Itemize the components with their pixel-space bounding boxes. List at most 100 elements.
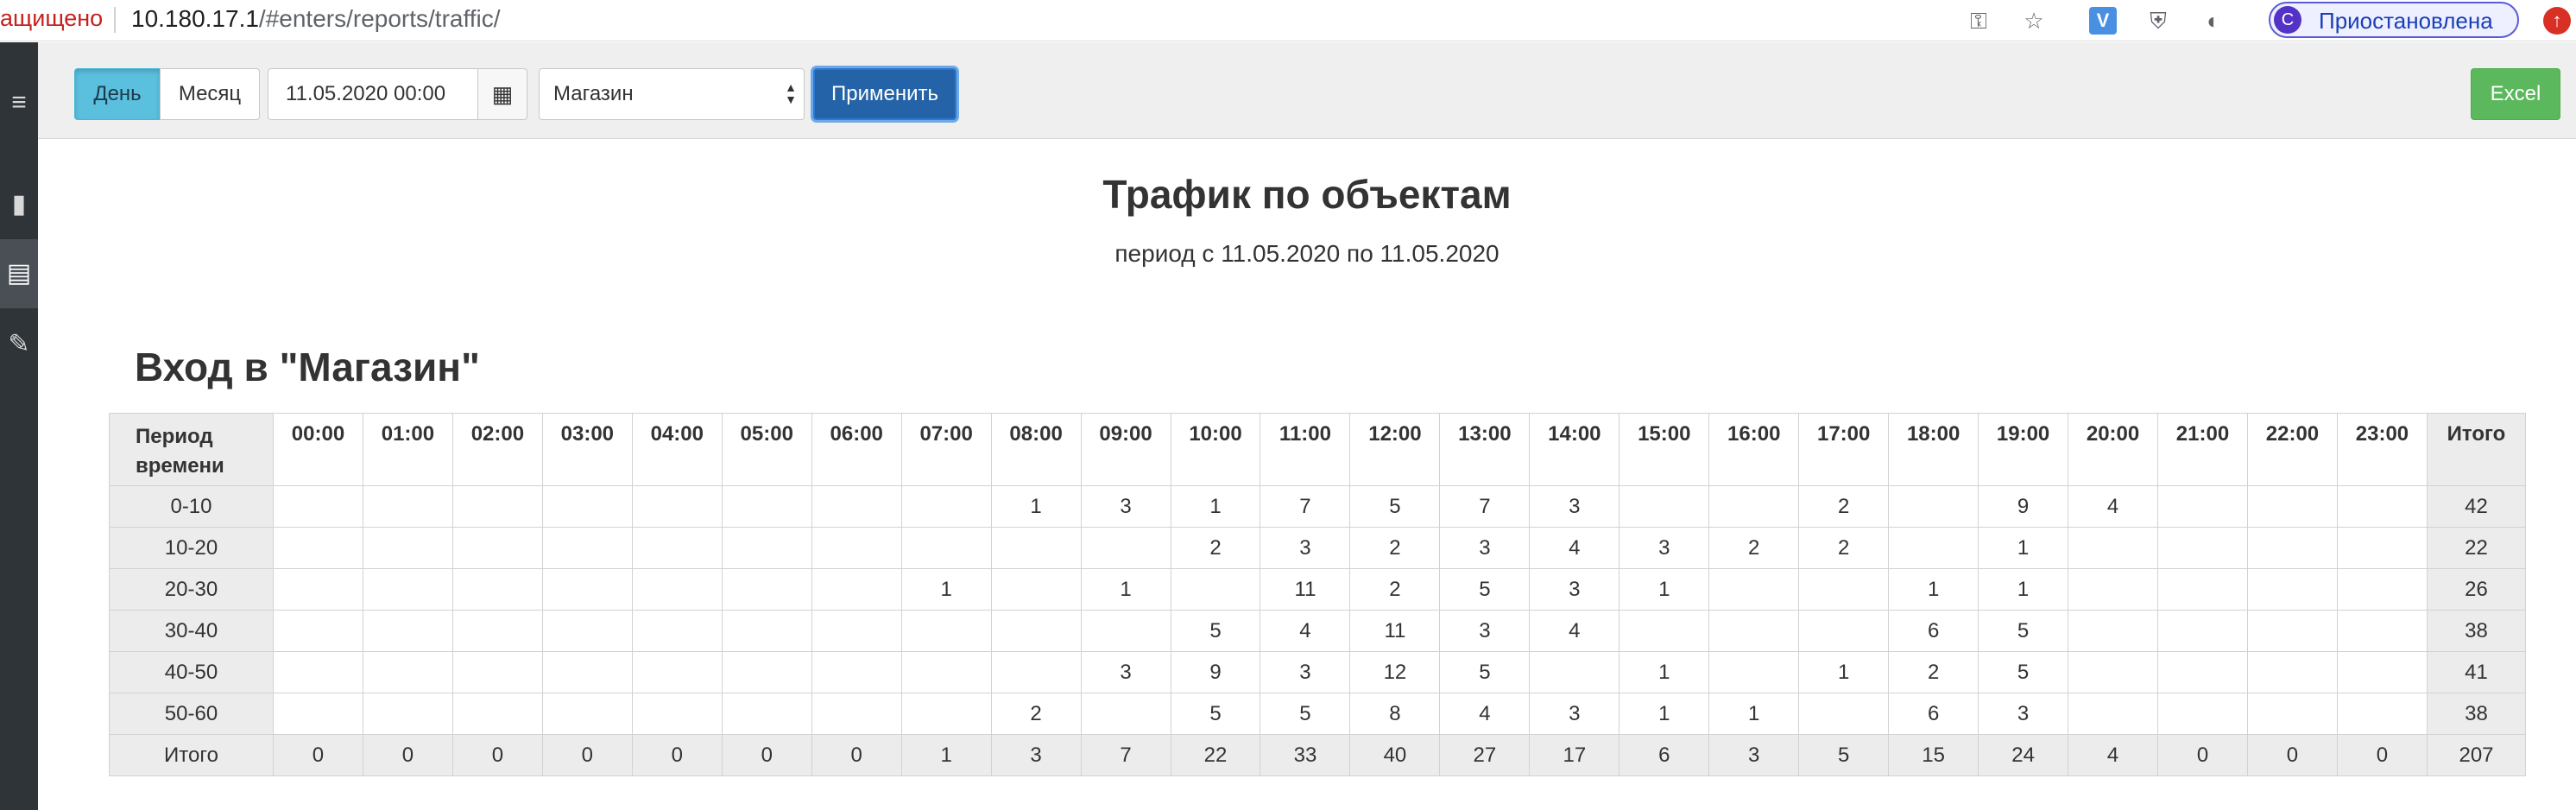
- table-cell: [1708, 610, 1800, 652]
- table-cell: [811, 693, 902, 735]
- table-cell: [451, 693, 543, 735]
- table-cell: [2157, 651, 2248, 693]
- table-cell: [1170, 568, 1261, 611]
- menu-icon[interactable]: ≡: [0, 68, 38, 137]
- table-cell: [2336, 651, 2428, 693]
- bar-chart-icon[interactable]: ▮: [0, 170, 38, 239]
- extension-v-icon[interactable]: V: [2089, 7, 2117, 35]
- profile-button[interactable]: С Приостановлена: [2269, 2, 2519, 38]
- table-cell: [990, 651, 1082, 693]
- hour-header: 05:00: [721, 413, 812, 486]
- table-row: 0-10 1 3 1 7 5 7 3 2 9 4 42: [109, 485, 2526, 528]
- table-cell: 3: [1619, 527, 1710, 569]
- divider: [114, 7, 116, 33]
- table-cell: 27: [1439, 734, 1531, 776]
- table-cell: 5: [1439, 568, 1531, 611]
- table-cell: 0: [541, 734, 633, 776]
- table-cell: [631, 568, 723, 611]
- table-row: 50-60 2 5 5 8 4 3 1 1 6 3 38: [109, 693, 2526, 735]
- table-row: Итого 0 0 0 0 0 0 0 1 3 7 22 33 40 27 17 6 3 5 15 24 4 0 0 0 207: [109, 734, 2526, 776]
- table-cell: [1888, 527, 1979, 569]
- circle-extension-icon[interactable]: ◐: [2200, 7, 2227, 35]
- table-cell: 1: [1708, 693, 1800, 735]
- url-field[interactable]: 10.180.17.1/#enters/reports/traffic/: [131, 5, 501, 33]
- table-cell: 5: [1798, 734, 1890, 776]
- table-cell: [811, 651, 902, 693]
- table-cell: 2: [1798, 485, 1890, 528]
- table-cell: 2: [1170, 527, 1261, 569]
- hour-header: 11:00: [1260, 413, 1351, 486]
- object-select[interactable]: Магазин ▲ ▼: [539, 68, 805, 120]
- table-cell: 3: [1080, 485, 1171, 528]
- table-cell: 4: [1529, 527, 1620, 569]
- hour-header: 10:00: [1170, 413, 1261, 486]
- table-cell: [721, 610, 812, 652]
- table-cell: [721, 568, 812, 611]
- table-cell: [362, 568, 453, 611]
- table-cell: [2068, 651, 2159, 693]
- section-title: Вход в "Магазин": [135, 345, 480, 389]
- hour-header: 03:00: [541, 413, 633, 486]
- report-icon[interactable]: ▤: [0, 239, 38, 308]
- period-header-line2: времени: [136, 454, 224, 478]
- table-cell: [2336, 485, 2428, 528]
- browser-address-bar: ащищено 10.180.17.1/#enters/reports/traf…: [0, 0, 2576, 41]
- table-cell: 3: [1260, 651, 1351, 693]
- row-label: 50-60: [109, 693, 274, 735]
- table-row: 10-20 2 3 2 3 4 3 2 2 1 22: [109, 527, 2526, 569]
- hour-header: 04:00: [631, 413, 723, 486]
- report-toolbar: День Месяц 11.05.2020 00:00 ▦ Магазин ▲ ▼…: [38, 42, 2576, 139]
- table-cell: 0: [811, 734, 902, 776]
- table-body: 0-10 1 3 1 7 5 7 3 2 9 4 42 10-20 2 3 2 3 4 3 2 2 1 22 20-30 1 1 1…: [109, 485, 2526, 776]
- row-total: 41: [2427, 651, 2526, 693]
- apply-button[interactable]: Применить: [813, 68, 957, 120]
- total-header: Итого: [2427, 413, 2526, 486]
- key-icon[interactable]: ⚿: [1965, 7, 1992, 35]
- table-cell: [900, 651, 992, 693]
- excel-export-button[interactable]: Excel: [2471, 68, 2560, 120]
- star-icon[interactable]: ☆: [2020, 7, 2048, 35]
- hour-header: 17:00: [1798, 413, 1890, 486]
- table-cell: [811, 568, 902, 611]
- month-button[interactable]: Месяц: [160, 68, 260, 120]
- table-cell: 3: [1978, 693, 2069, 735]
- table-cell: [451, 651, 543, 693]
- hour-header: 08:00: [990, 413, 1082, 486]
- day-button[interactable]: День: [74, 68, 161, 120]
- row-label: 10-20: [109, 527, 274, 569]
- table-cell: [631, 651, 723, 693]
- table-cell: [2246, 527, 2338, 569]
- table-cell: [631, 485, 723, 528]
- table-cell: 6: [1888, 610, 1979, 652]
- row-label: 40-50: [109, 651, 274, 693]
- row-total: 42: [2427, 485, 2526, 528]
- calendar-icon[interactable]: ▦: [477, 68, 527, 120]
- table-header-row: Период времени 00:00 01:00 02:00 03:00 04:00 0…: [109, 413, 2526, 486]
- table-cell: [541, 527, 633, 569]
- table-cell: 5: [1978, 651, 2069, 693]
- table-cell: 6: [1888, 693, 1979, 735]
- table-cell: [273, 527, 363, 569]
- security-indicator[interactable]: ащищено: [0, 5, 103, 32]
- shield-extension-icon[interactable]: ⛨: [2144, 7, 2172, 35]
- table-cell: 1: [900, 568, 992, 611]
- date-input[interactable]: 11.05.2020 00:00: [268, 68, 478, 120]
- table-cell: 11: [1349, 610, 1441, 652]
- table-cell: [362, 527, 453, 569]
- table-cell: [721, 485, 812, 528]
- table-cell: 0: [721, 734, 812, 776]
- edit-icon[interactable]: ✎: [0, 310, 38, 379]
- table-cell: [1798, 693, 1890, 735]
- table-cell: [1619, 610, 1710, 652]
- table-cell: [541, 651, 633, 693]
- table-cell: 4: [1439, 693, 1531, 735]
- update-icon[interactable]: ↑: [2543, 7, 2571, 35]
- table-cell: 1: [1619, 693, 1710, 735]
- hour-header: 00:00: [273, 413, 363, 486]
- table-cell: [1080, 610, 1171, 652]
- table-cell: [541, 693, 633, 735]
- hour-header: 22:00: [2246, 413, 2338, 486]
- table-cell: [990, 527, 1082, 569]
- table-cell: [2336, 568, 2428, 611]
- table-cell: 4: [1529, 610, 1620, 652]
